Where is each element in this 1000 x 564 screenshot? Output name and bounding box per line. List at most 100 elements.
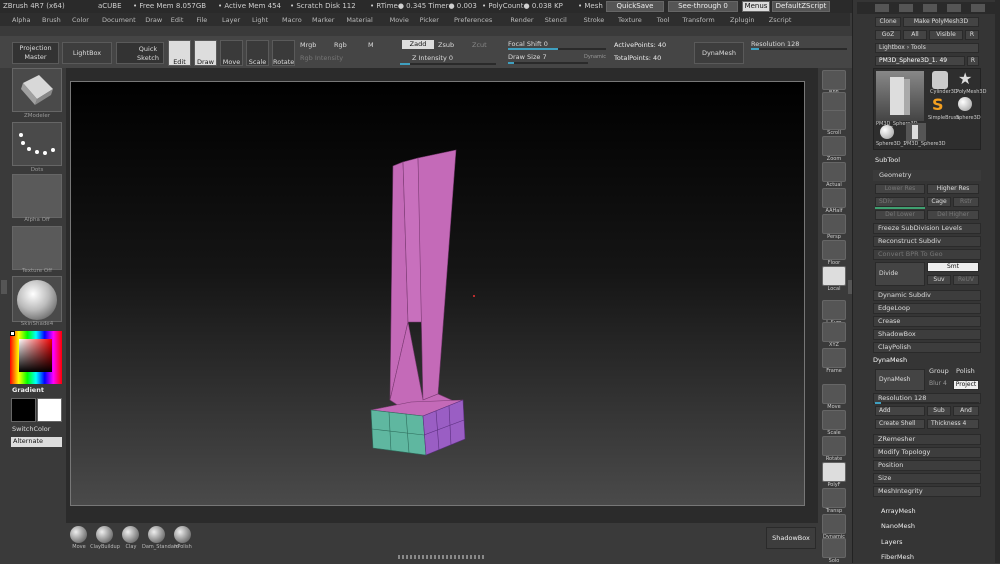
edit-button[interactable]: Edit (168, 40, 191, 66)
dynamesh-subheader[interactable]: DynaMesh (873, 356, 907, 364)
polish-toggle[interactable]: Polish (956, 367, 975, 375)
blur-slider[interactable]: Blur 4 (929, 380, 947, 387)
tray-button-a[interactable] (875, 4, 889, 12)
shelf-solo-button[interactable] (822, 538, 846, 558)
crease-header[interactable]: Crease (873, 316, 981, 327)
menu-item-color[interactable]: Color (72, 16, 89, 24)
menu-item-stroke[interactable]: Stroke (584, 16, 605, 24)
rgb-button[interactable]: Rgb (334, 41, 347, 49)
smt-toggle[interactable]: Smt (927, 262, 979, 272)
bottom-scroll-handle[interactable] (398, 555, 486, 559)
menu-item-preferences[interactable]: Preferences (454, 16, 492, 24)
gradient-label[interactable]: Gradient (12, 386, 44, 394)
dynamesh-button[interactable]: DynaMesh (875, 369, 925, 391)
menu-item-stencil[interactable]: Stencil (545, 16, 567, 24)
shelf-move-button[interactable] (822, 384, 846, 404)
suv-toggle[interactable]: Suv (927, 275, 951, 285)
del-lower-button[interactable]: Del Lower (875, 210, 925, 220)
sphere3d-1-tool-icon[interactable] (880, 125, 894, 139)
brush-dam-standard-icon[interactable] (148, 526, 165, 543)
and-button[interactable]: And (953, 406, 979, 416)
shelf-persp-button[interactable] (822, 214, 846, 234)
menu-item-file[interactable]: File (196, 16, 207, 24)
current-tool-slider[interactable]: PM3D_Sphere3D_1. 49 (875, 56, 965, 66)
draw-size-slider[interactable]: Draw Size 7 (508, 53, 547, 61)
arraymesh-header[interactable]: ArrayMesh (881, 507, 916, 515)
claypolish-header[interactable]: ClayPolish (873, 342, 981, 353)
shelf-aahalf-button[interactable] (822, 188, 846, 208)
create-shell-button[interactable]: Create Shell (875, 419, 925, 429)
lightbox-tools-button[interactable]: Lightbox › Tools (875, 43, 979, 53)
shelf-xyz-button[interactable] (822, 322, 846, 342)
quicksave-button[interactable]: QuickSave (606, 1, 664, 12)
reuv-button[interactable]: ReUV (953, 275, 979, 285)
goz-all-button[interactable]: All (903, 30, 927, 40)
modify-topology-header[interactable]: Modify Topology (873, 447, 981, 458)
menu-item-tool[interactable]: Tool (657, 16, 670, 24)
shelf-polyf-button[interactable] (822, 462, 846, 482)
shelf-rotate-button[interactable] (822, 436, 846, 456)
shelf-zoom-button[interactable] (822, 136, 846, 156)
color-picker[interactable] (10, 331, 62, 384)
geometry-header[interactable]: Geometry (873, 170, 981, 181)
m-button[interactable]: M (368, 41, 374, 49)
add-button[interactable]: Add (875, 406, 925, 416)
zcut-button[interactable]: Zcut (472, 41, 487, 49)
z-intensity-slider[interactable]: Z Intensity 0 (412, 54, 453, 62)
clone-button[interactable]: Clone (875, 17, 901, 27)
switchcolor-button[interactable]: SwitchColor (12, 425, 50, 433)
menu-item-render[interactable]: Render (510, 16, 533, 24)
pm3d-tool-icon[interactable] (906, 123, 926, 141)
color-saturation-square[interactable] (19, 339, 52, 372)
quick-sketch-button[interactable]: Quick Sketch (116, 42, 164, 64)
tray-button-b[interactable] (899, 4, 913, 12)
menu-item-edit[interactable]: Edit (171, 16, 184, 24)
zadd-button[interactable]: Zadd (402, 40, 434, 49)
menus-button[interactable]: Menus (742, 1, 770, 12)
zsub-button[interactable]: Zsub (438, 41, 454, 49)
alpha-thumbnail[interactable] (12, 174, 62, 218)
star-tool-icon[interactable]: ★ (958, 69, 972, 88)
main-color-swatch[interactable] (11, 398, 36, 422)
shelf-spix-button[interactable] (822, 92, 846, 112)
cylinder-tool-icon[interactable] (932, 71, 948, 89)
shelf-dynamic-button[interactable] (822, 514, 846, 534)
convert-bpr-button[interactable]: Convert BPR To Geo (873, 249, 981, 260)
fibermesh-header[interactable]: FiberMesh (881, 553, 914, 561)
thickness-slider[interactable]: Thickness 4 (927, 419, 979, 429)
shelf-local-button[interactable] (822, 266, 846, 286)
reconstruct-subdiv-button[interactable]: Reconstruct Subdiv (873, 236, 981, 247)
model-viewport[interactable] (71, 82, 806, 507)
shelf-frame-button[interactable] (822, 348, 846, 368)
sdiv-slider[interactable]: SDiv (875, 197, 925, 207)
scale-button[interactable]: Scale (246, 40, 269, 66)
shelf-transp-button[interactable] (822, 488, 846, 508)
tool-r-button[interactable]: R (967, 56, 979, 66)
size-header[interactable]: Size (873, 473, 981, 484)
simplebrush-tool-icon[interactable]: S (932, 95, 944, 114)
higher-res-button[interactable]: Higher Res (927, 184, 979, 194)
lower-res-button[interactable]: Lower Res (875, 184, 925, 194)
menu-item-layer[interactable]: Layer (222, 16, 240, 24)
project-toggle[interactable]: Project (953, 380, 979, 390)
dynamesh-toolbar-button[interactable]: DynaMesh (694, 42, 744, 64)
resolution-slider[interactable]: Resolution 128 (751, 40, 799, 48)
brush-clay-icon[interactable] (122, 526, 139, 543)
secondary-color-swatch[interactable] (37, 398, 62, 422)
goz-button[interactable]: GoZ (875, 30, 901, 40)
tool-thumb-active[interactable] (876, 71, 924, 121)
material-thumbnail[interactable] (12, 276, 62, 322)
shelf-lsym-button[interactable] (822, 300, 846, 320)
shadowbox-bottom-button[interactable]: ShadowBox (766, 527, 816, 549)
menu-item-marker[interactable]: Marker (312, 16, 334, 24)
goz-visible-button[interactable]: Visible (929, 30, 963, 40)
menu-item-document[interactable]: Document (102, 16, 136, 24)
zremesher-header[interactable]: ZRemesher (873, 434, 981, 445)
default-zscript-button[interactable]: DefaultZScript (772, 1, 830, 12)
move-button[interactable]: Move (220, 40, 243, 66)
projection-master-button[interactable]: Projection Master (12, 42, 59, 64)
left-collapse-arrow[interactable] (1, 280, 7, 294)
position-header[interactable]: Position (873, 460, 981, 471)
see-through-slider[interactable]: See-through 0 (668, 1, 738, 12)
edgeloop-header[interactable]: EdgeLoop (873, 303, 981, 314)
